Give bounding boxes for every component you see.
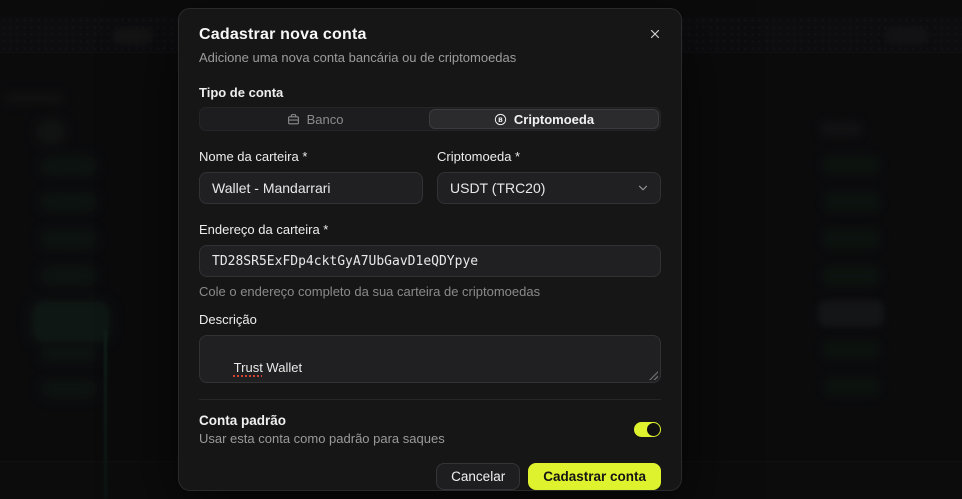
wallet-address-label: Endereço da carteira * <box>199 222 329 237</box>
default-account-text: Conta padrão Usar esta conta como padrão… <box>199 413 445 446</box>
account-type-tabs: Banco B Criptomoeda <box>199 107 661 131</box>
default-account-subtitle: Usar esta conta como padrão para saques <box>199 431 445 446</box>
briefcase-icon <box>287 113 300 126</box>
crypto-select-value: USDT (TRC20) <box>450 180 546 196</box>
account-type-label: Tipo de conta <box>199 85 284 100</box>
modal-actions: Cancelar Cadastrar conta <box>199 463 661 490</box>
add-account-modal: Cadastrar nova conta Adicione uma nova c… <box>178 8 682 491</box>
close-button[interactable] <box>645 25 665 45</box>
crypto-label: Criptomoeda * <box>437 149 521 164</box>
tab-banco[interactable]: Banco <box>201 109 429 129</box>
divider <box>199 399 661 400</box>
description-label: Descrição <box>199 312 257 327</box>
default-account-row: Conta padrão Usar esta conta como padrão… <box>199 413 661 446</box>
toggle-knob <box>647 423 660 436</box>
tab-criptomoeda[interactable]: B Criptomoeda <box>429 109 659 129</box>
chevron-down-icon <box>636 181 650 195</box>
wallet-name-label: Nome da carteira * <box>199 149 308 164</box>
wallet-address-input[interactable] <box>199 245 661 277</box>
wallet-name-input[interactable] <box>199 172 423 204</box>
description-textarea[interactable]: Trust Wallet <box>199 335 661 383</box>
svg-text:B: B <box>498 116 503 123</box>
description-text: Wallet <box>262 360 303 375</box>
submit-button[interactable]: Cadastrar conta <box>528 463 661 490</box>
resize-handle[interactable] <box>649 371 658 380</box>
bitcoin-icon: B <box>494 113 507 126</box>
default-account-toggle[interactable] <box>634 422 661 437</box>
modal-subtitle: Adicione uma nova conta bancária ou de c… <box>199 50 517 65</box>
modal-title: Cadastrar nova conta <box>199 26 367 43</box>
tab-banco-label: Banco <box>306 111 344 127</box>
cancel-button[interactable]: Cancelar <box>436 463 521 490</box>
tab-criptomoeda-label: Criptomoeda <box>513 111 595 127</box>
crypto-select[interactable]: USDT (TRC20) <box>437 172 661 204</box>
close-icon <box>648 27 662 44</box>
description-misspelled-word: Trust <box>233 360 263 375</box>
default-account-title: Conta padrão <box>199 413 287 428</box>
wallet-address-helper: Cole o endereço completo da sua carteira… <box>199 284 541 299</box>
